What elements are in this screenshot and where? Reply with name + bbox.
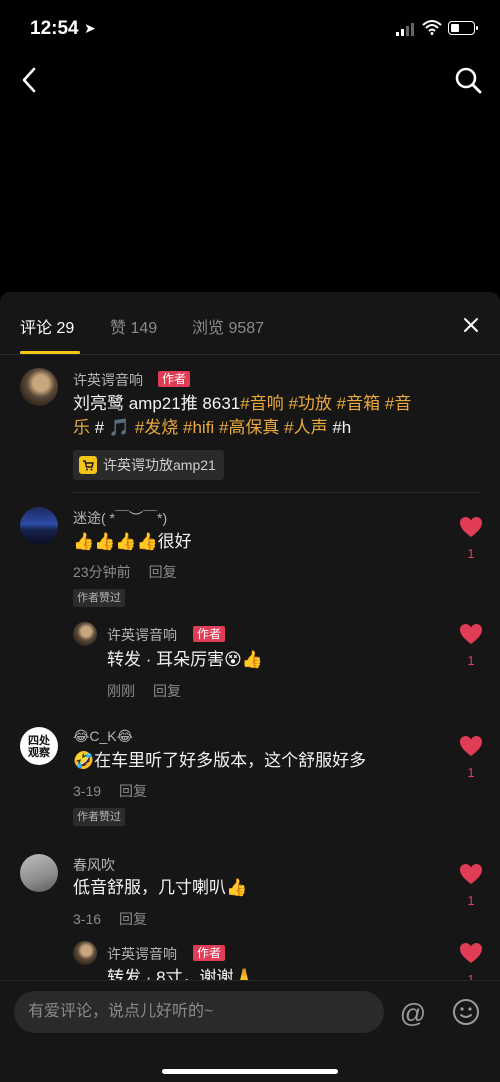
tab-comments[interactable]: 评论 29 [20, 314, 74, 338]
close-icon[interactable] [460, 314, 482, 336]
heart-icon [460, 864, 482, 884]
avatar[interactable] [73, 941, 97, 965]
hashtag[interactable]: #人声 [284, 418, 327, 437]
comment-time: 3-19 [73, 783, 102, 799]
avatar[interactable] [20, 368, 58, 406]
like-count: 1 [467, 765, 475, 780]
like-count: 1 [467, 893, 475, 908]
tab-likes[interactable]: 赞 149 [110, 314, 157, 338]
battery-icon [448, 21, 478, 35]
home-indicator [162, 1069, 338, 1074]
comment-text: 🤣在车里听了好多版本，这个舒服好多 [73, 751, 367, 770]
hashtag[interactable]: #音 [385, 394, 411, 413]
comment-time: 23分钟前 [73, 564, 131, 580]
location-arrow-icon: ➤ [84, 20, 96, 36]
like-button[interactable]: 1 [458, 516, 484, 561]
cellular-signal-icon [396, 22, 416, 36]
comment-meta: 3-19 回复 [73, 781, 147, 801]
music-note-icon: 🎵 [108, 418, 131, 437]
avatar[interactable]: 四处 观察 [20, 727, 58, 765]
hashtag[interactable]: #音箱 [337, 394, 380, 413]
divider [0, 354, 500, 355]
heart-icon [460, 736, 482, 756]
reply-text: 转发 · 耳朵厉害😵👍 [107, 650, 263, 669]
like-count: 1 [467, 546, 475, 561]
comment-input-bar: 有爱评论，说点儿好听的~ @ [0, 980, 500, 1082]
hashtag[interactable]: #高保真 [219, 418, 279, 437]
reply-meta: 刚刚 回复 [107, 681, 181, 701]
comment-text: 低音舒服，几寸喇叭👍 [73, 878, 248, 897]
comments-panel: 评论 29 赞 149 浏览 9587 许英谔音响 作者 刘亮鹭 amp21推 … [0, 292, 500, 1082]
status-time: 12:54 [30, 18, 79, 39]
post-text: 刘亮鹭 amp21推 8631#音响 #功放 #音箱 #音 乐 # 🎵 #发烧 … [73, 394, 412, 437]
heart-icon [460, 517, 482, 537]
at-mention-icon[interactable]: @ [398, 998, 428, 1028]
avatar[interactable] [20, 854, 58, 892]
status-bar: 12:54 ➤ [0, 0, 500, 58]
post-author-name[interactable]: 许英谔音响 [73, 370, 143, 390]
reply-button[interactable]: 回复 [119, 911, 147, 927]
author-liked-tag: 作者赞过 [73, 589, 125, 607]
reply-user-name[interactable]: 许英谔音响 [107, 625, 177, 645]
reply-time: 刚刚 [107, 683, 135, 699]
reply-button[interactable]: 回复 [149, 564, 177, 580]
comment-user-name[interactable]: 春风吹 [73, 855, 115, 875]
back-chevron-icon[interactable] [16, 64, 44, 96]
comment-input[interactable]: 有爱评论，说点儿好听的~ [14, 991, 384, 1033]
comment-text: 👍👍👍👍很好 [73, 532, 192, 551]
reply-button[interactable]: 回复 [119, 783, 147, 799]
hashtag-cont[interactable]: 乐 [73, 418, 90, 437]
divider [73, 492, 480, 493]
product-link-label: 许英谔功放amp21 [103, 457, 216, 473]
shopping-cart-icon [79, 456, 97, 474]
like-button[interactable]: 1 [458, 623, 484, 668]
emoji-icon[interactable] [452, 998, 480, 1026]
comment-tabs: 评论 29 赞 149 浏览 9587 [0, 292, 500, 355]
comment-meta: 3-16 回复 [73, 909, 147, 929]
hashtag[interactable]: #功放 [288, 394, 331, 413]
heart-icon [460, 624, 482, 644]
reply-button[interactable]: 回复 [153, 683, 181, 699]
reply-user-name[interactable]: 许英谔音响 [107, 944, 177, 964]
avatar[interactable] [20, 507, 58, 545]
hashtag[interactable]: #音响 [240, 394, 283, 413]
search-icon[interactable] [452, 64, 484, 96]
product-link-card[interactable]: 许英谔功放amp21 [73, 450, 224, 480]
comment-meta: 23分钟前 回复 [73, 562, 177, 582]
avatar[interactable] [73, 622, 97, 646]
author-liked-tag: 作者赞过 [73, 808, 125, 826]
comment-time: 3-16 [73, 911, 102, 927]
comment-user-name[interactable]: 迷途( *￣︶￣*) [73, 508, 167, 528]
heart-icon [460, 943, 482, 963]
hashtag[interactable]: #hifi [183, 418, 214, 437]
post-text-plain: 刘亮鹭 amp21推 8631 [73, 394, 241, 413]
author-badge: 作者 [158, 371, 191, 387]
like-button[interactable]: 1 [458, 735, 484, 780]
hashtag[interactable]: #发烧 [135, 418, 178, 437]
author-badge: 作者 [193, 945, 226, 961]
hashtag-trailing[interactable]: #h [332, 418, 351, 437]
comment-user-name[interactable]: 😂C_K😂 [73, 728, 133, 745]
wifi-icon [422, 20, 442, 35]
like-count: 1 [467, 653, 475, 668]
like-button[interactable]: 1 [458, 863, 484, 908]
author-badge: 作者 [193, 626, 226, 642]
tab-views[interactable]: 浏览 9587 [192, 314, 264, 338]
